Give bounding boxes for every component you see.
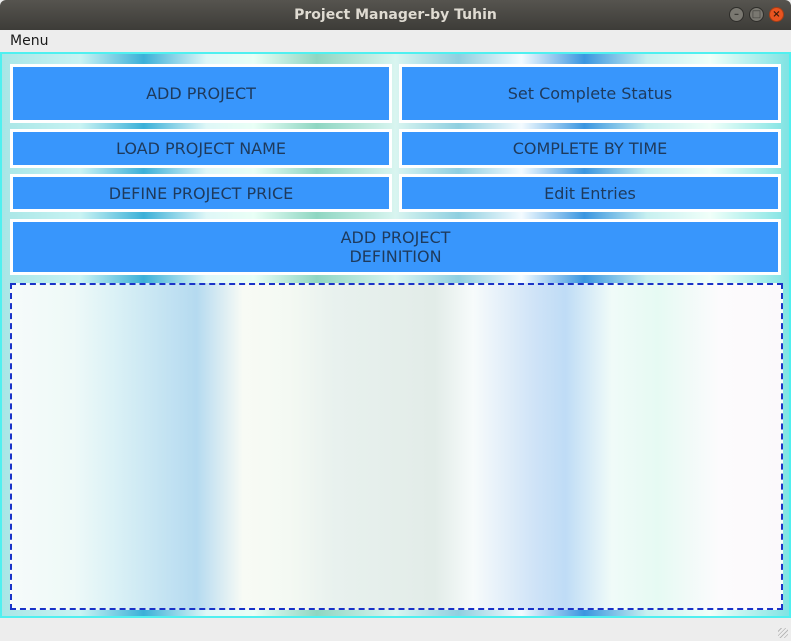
edit-entries-button[interactable]: Edit Entries: [399, 174, 781, 212]
title-bar: Project Manager-by Tuhin – □ ×: [0, 0, 791, 30]
close-icon[interactable]: ×: [769, 7, 784, 22]
status-bar: [0, 618, 791, 641]
resize-grip-icon[interactable]: [778, 628, 788, 638]
define-project-price-button[interactable]: DEFINE PROJECT PRICE: [10, 174, 392, 212]
load-project-name-button[interactable]: LOAD PROJECT NAME: [10, 129, 392, 168]
complete-by-time-button[interactable]: COMPLETE BY TIME: [399, 129, 781, 168]
menu-menu[interactable]: Menu: [10, 30, 48, 52]
output-text-area[interactable]: [10, 283, 783, 610]
minimize-icon[interactable]: –: [729, 7, 744, 22]
menu-bar: Menu: [0, 30, 791, 52]
add-project-definition-button[interactable]: ADD PROJECT DEFINITION: [10, 219, 781, 275]
maximize-icon[interactable]: □: [749, 7, 764, 22]
window-title: Project Manager-by Tuhin: [294, 7, 497, 23]
add-project-button[interactable]: ADD PROJECT: [10, 64, 392, 123]
main-panel: ADD PROJECT Set Complete Status LOAD PRO…: [0, 52, 791, 618]
set-complete-status-button[interactable]: Set Complete Status: [399, 64, 781, 123]
